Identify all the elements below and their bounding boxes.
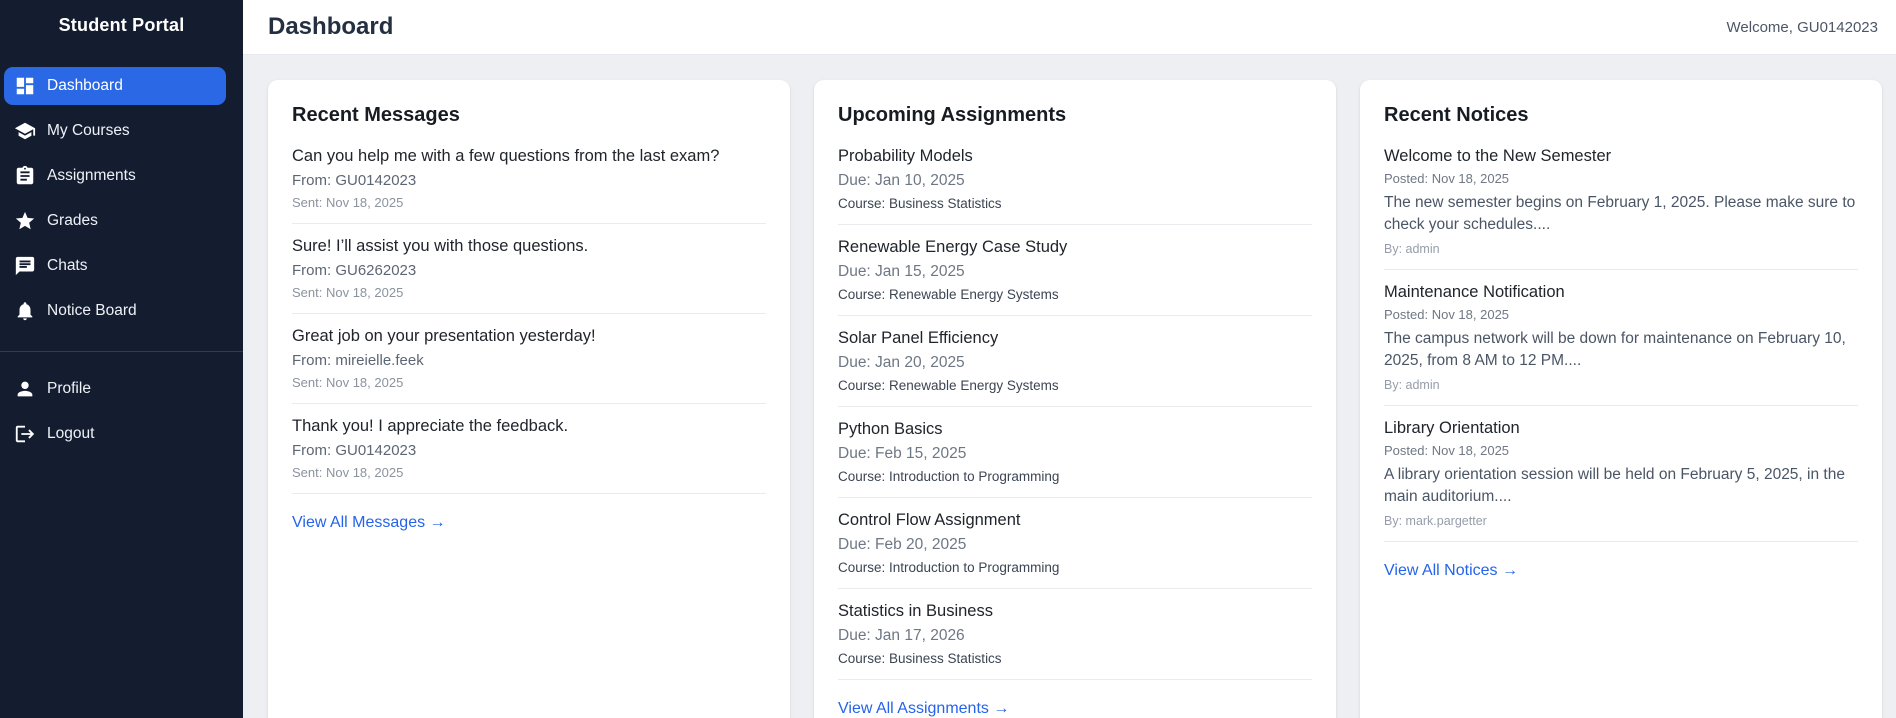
page-title: Dashboard [268, 13, 394, 40]
chat-bubble-icon [15, 256, 35, 276]
assignment-course: Course: Renewable Energy Systems [838, 287, 1059, 302]
recent-messages-card: Recent Messages Can you help me with a f… [268, 80, 790, 718]
message-sent: Sent: Nov 18, 2025 [292, 285, 404, 300]
notice-body: A library orientation session will be he… [1384, 465, 1845, 506]
notice-name: Maintenance Notification [1384, 282, 1565, 301]
assignment-item: Statistics in Business Due: Jan 17, 2026… [838, 602, 1312, 680]
assignment-due: Due: Feb 20, 2025 [838, 536, 967, 553]
sidebar-divider [0, 351, 243, 352]
upcoming-assignments-card: Upcoming Assignments Probability Models … [814, 80, 1336, 718]
view-all-messages-link[interactable]: View All Messages → [292, 514, 446, 532]
notice-body: The campus network will be down for main… [1384, 329, 1846, 370]
clipboard-icon [16, 165, 34, 185]
assignment-due: Due: Jan 10, 2025 [838, 172, 965, 189]
sidebar-item-label: Profile [47, 380, 91, 397]
sidebar-item-logout[interactable]: Logout [4, 415, 226, 453]
sidebar-item-label: Grades [47, 212, 98, 229]
view-all-notices-link[interactable]: View All Notices → [1384, 562, 1518, 580]
sidebar-item-notice-board[interactable]: Notice Board [4, 292, 226, 330]
message-from: From: GU0142023 [292, 442, 417, 459]
sidebar-footer-nav: Profile Logout [0, 370, 243, 453]
logout-icon [15, 425, 35, 443]
message-subject: Great job on your presentation yesterday… [292, 327, 596, 345]
sidebar-item-my-courses[interactable]: My Courses [4, 112, 226, 150]
message-sent: Sent: Nov 18, 2025 [292, 195, 404, 210]
card-title: Recent Messages [292, 104, 460, 126]
view-all-assignments-link[interactable]: View All Assignments → [838, 700, 1009, 718]
header: Dashboard Welcome, GU0142023 [243, 0, 1896, 55]
message-item: Thank you! I appreciate the feedback. Fr… [292, 417, 766, 494]
dashboard-content: Recent Messages Can you help me with a f… [243, 55, 1896, 718]
message-item: Can you help me with a few questions fro… [292, 147, 766, 224]
assignment-due: Due: Feb 15, 2025 [838, 445, 967, 462]
sidebar-item-label: My Courses [47, 122, 130, 139]
app-title: Student Portal [58, 15, 185, 35]
notice-item: Welcome to the New Semester Posted: Nov … [1384, 147, 1858, 270]
assignment-name: Solar Panel Efficiency [838, 329, 999, 347]
recent-notices-card: Recent Notices Welcome to the New Semest… [1360, 80, 1882, 718]
sidebar-item-label: Logout [47, 425, 95, 442]
dashboard-icon [16, 77, 34, 95]
assignment-item: Python Basics Due: Feb 15, 2025 Course: … [838, 420, 1312, 498]
person-icon [17, 381, 33, 397]
assignment-item: Control Flow Assignment Due: Feb 20, 202… [838, 511, 1312, 589]
notice-item: Library Orientation Posted: Nov 18, 2025… [1384, 419, 1858, 542]
assignment-course: Course: Business Statistics [838, 651, 1002, 666]
message-item: Great job on your presentation yesterday… [292, 327, 766, 404]
assignment-name: Renewable Energy Case Study [838, 238, 1068, 256]
notice-posted: Posted: Nov 18, 2025 [1384, 442, 1510, 458]
assignment-course: Course: Introduction to Programming [838, 560, 1060, 575]
notice-author: By: admin [1384, 377, 1440, 392]
assignment-item: Renewable Energy Case Study Due: Jan 15,… [838, 238, 1312, 316]
assignment-name: Python Basics [838, 420, 943, 438]
notice-author: By: mark.pargetter [1384, 513, 1487, 528]
assignment-course: Course: Introduction to Programming [838, 469, 1060, 484]
assignment-due: Due: Jan 17, 2026 [838, 627, 965, 644]
sidebar-item-label: Chats [47, 257, 88, 274]
notice-name: Welcome to the New Semester [1384, 147, 1612, 165]
card-title: Upcoming Assignments [838, 104, 1067, 126]
sidebar-item-label: Assignments [47, 167, 136, 184]
main-area: Dashboard Welcome, GU0142023 Recent Mess… [243, 0, 1896, 718]
assignment-due: Due: Jan 20, 2025 [838, 354, 965, 371]
sidebar-item-chats[interactable]: Chats [4, 247, 226, 285]
message-subject: Can you help me with a few questions fro… [292, 147, 720, 165]
message-from: From: mireielle.feek [292, 352, 424, 369]
assignment-name: Statistics in Business [838, 602, 993, 620]
sidebar: Student Portal Dashboard My Courses Assi… [0, 0, 243, 718]
notice-posted: Posted: Nov 18, 2025 [1384, 306, 1510, 322]
notice-body: The new semester begins on February 1, 2… [1384, 194, 1856, 234]
assignment-item: Probability Models Due: Jan 10, 2025 Cou… [838, 147, 1312, 225]
sidebar-item-grades[interactable]: Grades [4, 202, 226, 240]
message-from: From: GU6262023 [292, 262, 417, 279]
card-title: Recent Notices [1384, 104, 1529, 126]
message-from: From: GU0142023 [292, 172, 417, 189]
assignment-course: Course: Business Statistics [838, 196, 1002, 211]
graduation-cap-icon [14, 122, 36, 140]
sidebar-item-profile[interactable]: Profile [4, 370, 226, 408]
assignment-name: Control Flow Assignment [838, 511, 1021, 529]
sidebar-item-assignments[interactable]: Assignments [4, 157, 226, 195]
notice-author: By: admin [1384, 241, 1440, 256]
app-root: Student Portal Dashboard My Courses Assi… [0, 0, 1896, 718]
message-subject: Sure! I’ll assist you with those questio… [292, 237, 589, 255]
assignment-item: Solar Panel Efficiency Due: Jan 20, 2025… [838, 329, 1312, 407]
assignment-name: Probability Models [838, 147, 973, 165]
message-subject: Thank you! I appreciate the feedback. [292, 417, 569, 435]
notice-name: Library Orientation [1384, 418, 1520, 437]
assignment-course: Course: Renewable Energy Systems [838, 378, 1059, 393]
notice-posted: Posted: Nov 18, 2025 [1384, 171, 1510, 186]
sidebar-nav: Dashboard My Courses Assignments Grades … [0, 67, 243, 330]
welcome-text: Welcome, GU0142023 [1726, 18, 1878, 36]
notice-item: Maintenance Notification Posted: Nov 18,… [1384, 283, 1858, 406]
sidebar-item-label: Dashboard [47, 77, 123, 94]
message-sent: Sent: Nov 18, 2025 [292, 375, 404, 390]
sidebar-item-dashboard[interactable]: Dashboard [4, 67, 226, 105]
message-sent: Sent: Nov 18, 2025 [292, 465, 404, 480]
bell-icon [17, 302, 33, 321]
assignment-due: Due: Jan 15, 2025 [838, 263, 965, 280]
sidebar-item-label: Notice Board [47, 302, 137, 319]
star-icon [15, 211, 35, 230]
message-item: Sure! I’ll assist you with those questio… [292, 237, 766, 314]
